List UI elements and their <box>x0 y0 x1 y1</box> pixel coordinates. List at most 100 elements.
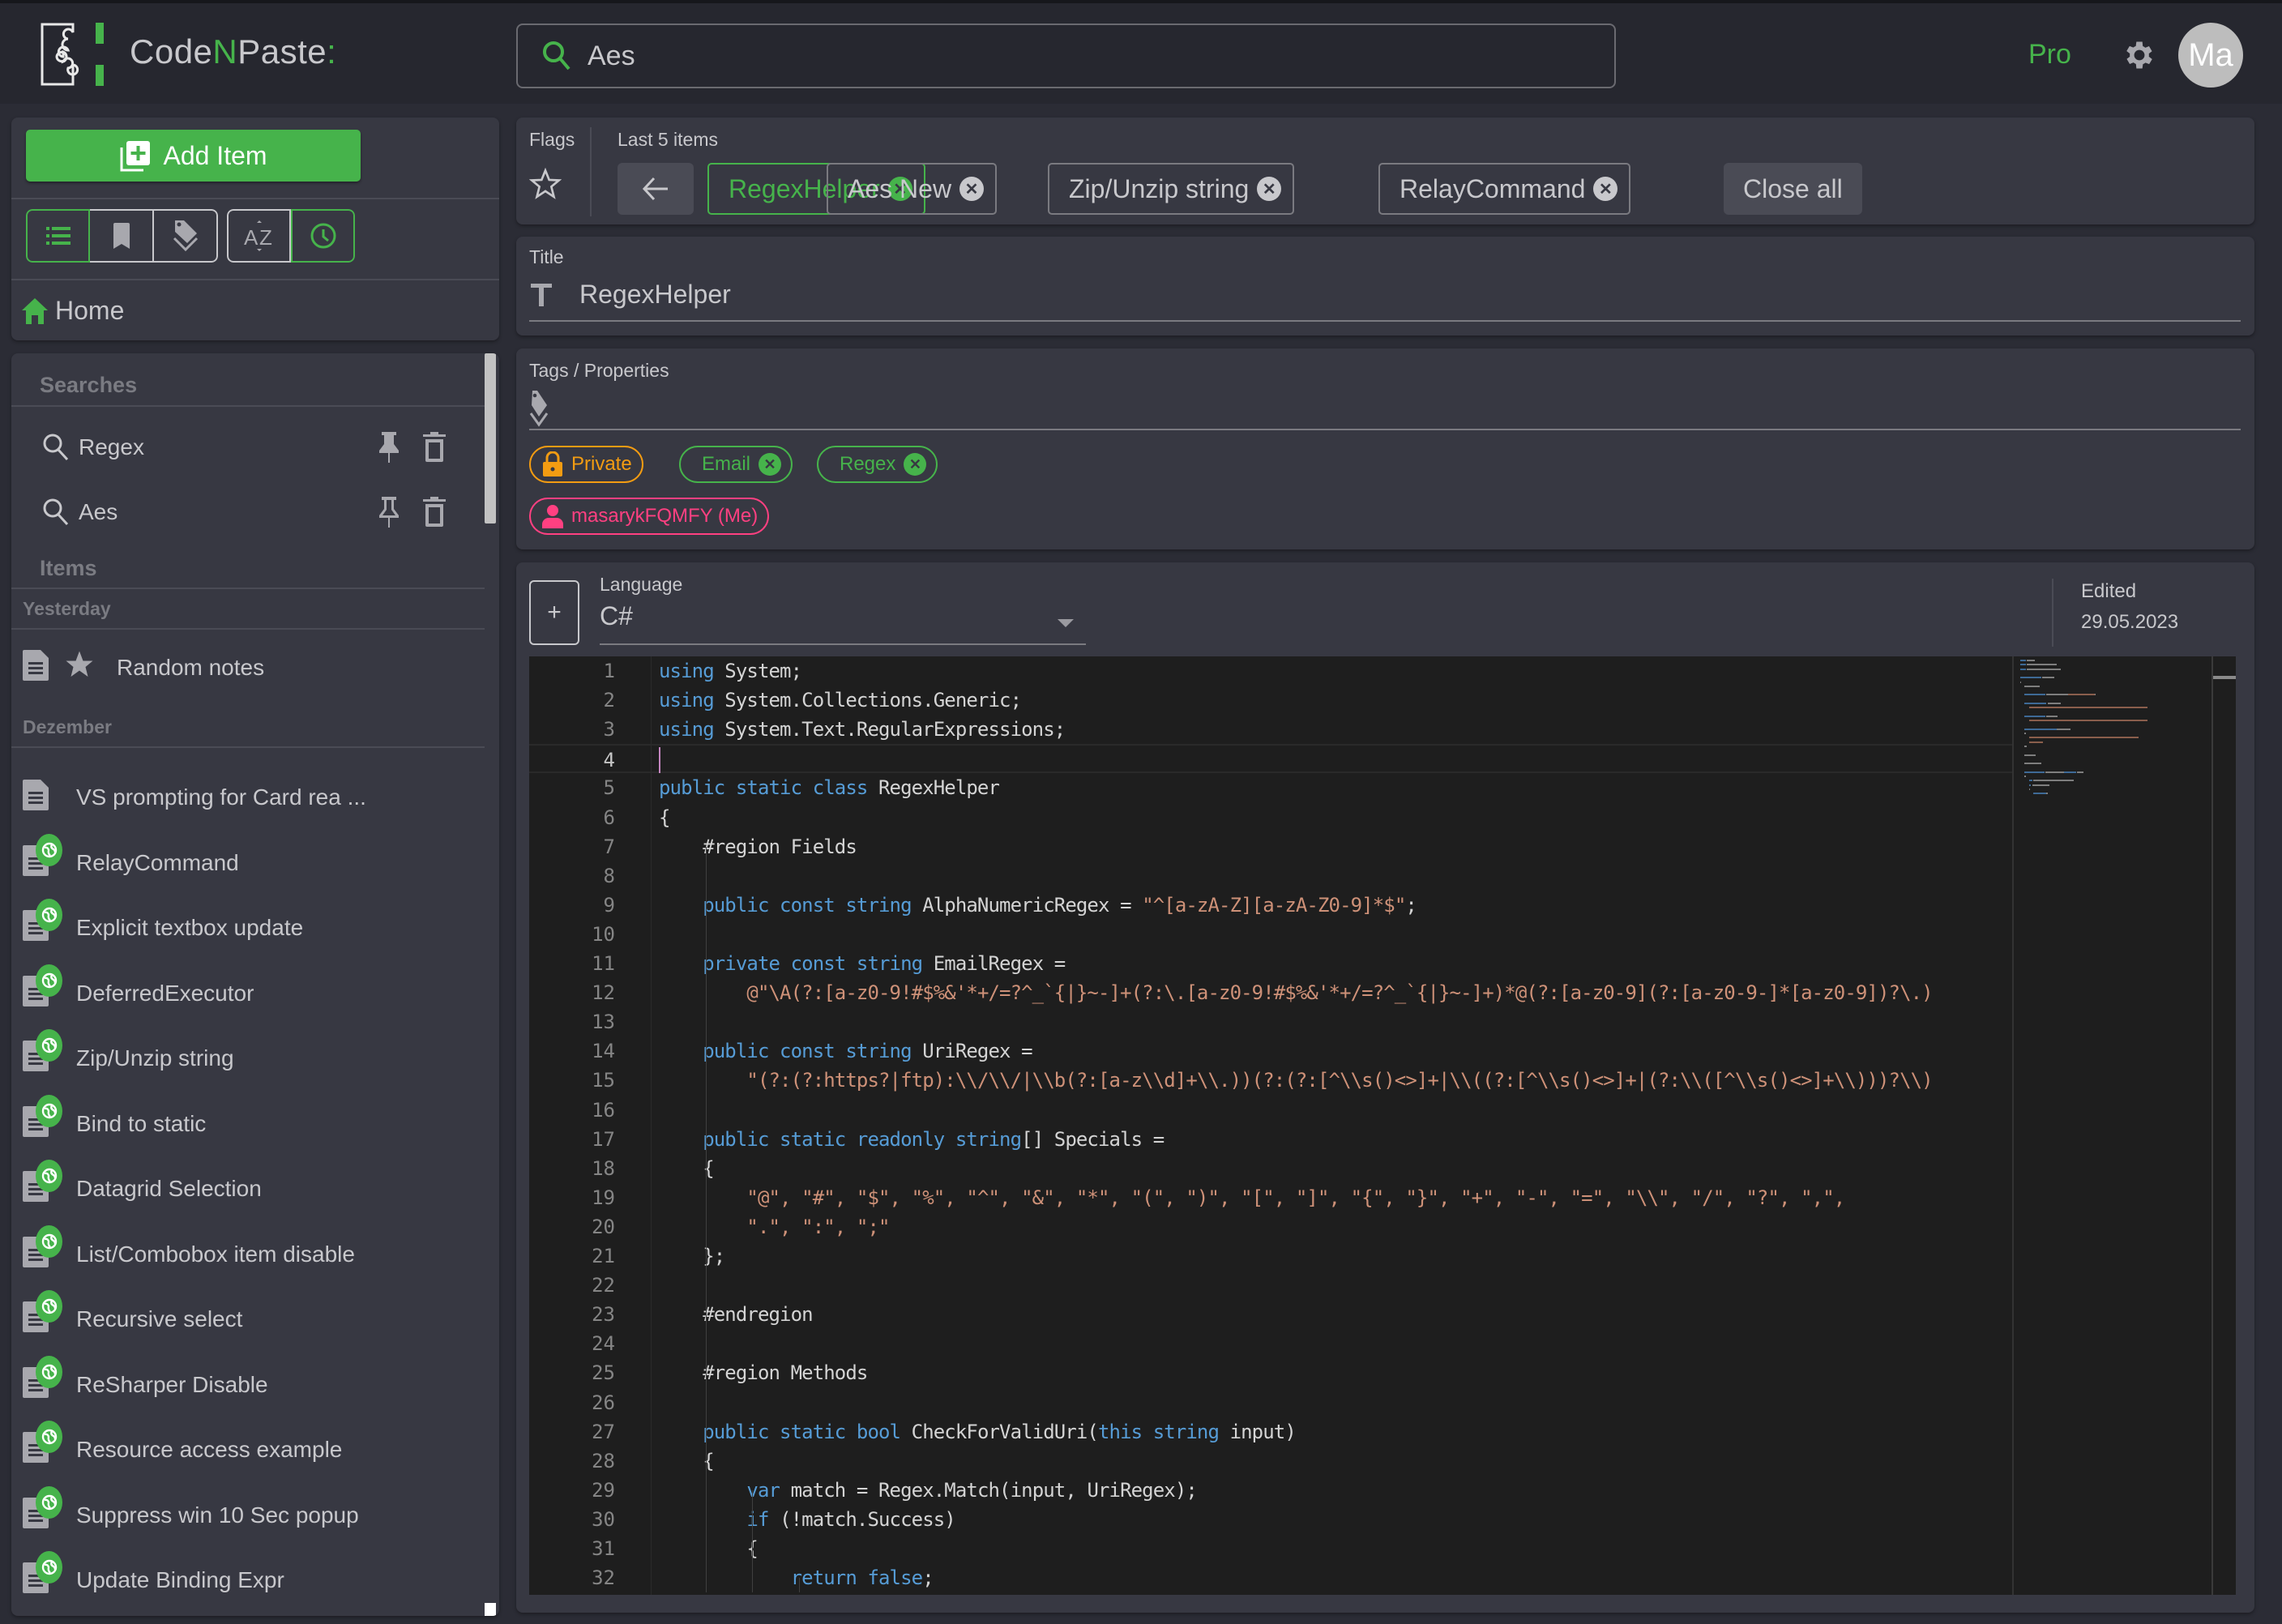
code-text: #region Fields <box>659 835 857 858</box>
line-number: 10 <box>592 922 615 946</box>
minimap-mark <box>2077 771 2084 773</box>
list-item[interactable]: Update Binding Expr <box>11 1549 481 1608</box>
tag-chip-regex[interactable]: Regex ✕ <box>817 446 938 483</box>
line-number: 23 <box>592 1303 615 1327</box>
bookmarks-view-button[interactable] <box>90 209 154 263</box>
recent-item-label: Zip/Unzip string <box>1069 173 1250 203</box>
editor-vertical-scrollbar[interactable] <box>2211 656 2213 1595</box>
list-item[interactable]: Bind to static <box>11 1093 481 1152</box>
minimap-mark <box>2056 728 2071 730</box>
home-link[interactable]: Home <box>21 296 124 326</box>
recent-item-tab[interactable]: RelayCommand ✕ <box>1378 163 1631 215</box>
app-logo-icon <box>41 23 104 86</box>
sort-alphabetical-button[interactable]: A Z <box>227 209 291 263</box>
minimap-mark <box>2028 707 2147 709</box>
editor-scrollbar-thumb[interactable] <box>2213 676 2236 679</box>
code-minimap[interactable] <box>2012 656 2236 1595</box>
code-line: 14 public const string UriRegex = <box>529 1036 2028 1066</box>
minimap-mark <box>2028 784 2032 786</box>
list-item-label: ReSharper Disable <box>76 1371 268 1397</box>
pro-link[interactable]: Pro <box>2028 39 2071 71</box>
add-snippet-button[interactable]: + <box>529 580 579 645</box>
recent-item-tab[interactable]: Zip/Unzip string ✕ <box>1048 163 1295 215</box>
line-number: 27 <box>592 1420 615 1443</box>
list-item[interactable]: VS prompting for Card rea ... <box>11 767 481 825</box>
clock-icon <box>310 223 335 249</box>
pin-outline-icon[interactable] <box>378 496 400 528</box>
sort-recent-button[interactable] <box>291 209 355 263</box>
divider <box>11 628 485 630</box>
public-globe-icon <box>36 1551 62 1583</box>
global-search-box[interactable] <box>516 24 1616 88</box>
line-number: 15 <box>592 1069 615 1092</box>
public-globe-icon <box>36 1290 62 1323</box>
code-text: { <box>659 806 670 829</box>
user-avatar[interactable]: Ma <box>2178 23 2243 88</box>
tag-chip-email[interactable]: Email ✕ <box>679 446 793 483</box>
close-tab-icon[interactable]: ✕ <box>959 177 985 201</box>
code-text: "(?:(?:https?|ftp):\\/\\/|\\b(?:[a-z\\d]… <box>746 1069 1933 1092</box>
list-item[interactable]: Datagrid Selection <box>11 1158 481 1216</box>
line-number: 32 <box>592 1566 615 1590</box>
close-tab-icon[interactable]: ✕ <box>1257 177 1282 201</box>
code-editor-panel: + Language C# Edited 29.05.2023 1 using S… <box>516 562 2254 1613</box>
brand-text-colon: : <box>327 32 337 71</box>
list-item[interactable]: Resource access example <box>11 1419 481 1477</box>
list-item-label: Recursive select <box>76 1306 243 1331</box>
list-item[interactable]: Zip/Unzip string <box>11 1028 481 1086</box>
brand-text-n: N <box>212 32 238 71</box>
saved-search-item[interactable]: Regex <box>11 418 481 477</box>
back-button[interactable] <box>618 163 694 215</box>
private-chip[interactable]: Private <box>529 446 643 483</box>
list-item-label: Explicit textbox update <box>76 915 304 940</box>
text-title-icon <box>531 284 552 306</box>
sidebar-scrollbar-thumb[interactable] <box>485 353 496 524</box>
list-item[interactable]: DeferredExecutor <box>11 963 481 1021</box>
line-number: 29 <box>592 1478 615 1502</box>
close-tab-icon[interactable]: ✕ <box>1593 177 1618 201</box>
public-globe-icon <box>36 1224 62 1258</box>
line-number: 14 <box>592 1040 615 1063</box>
code-editor[interactable]: 1 using System; 2 using System.Collections.… <box>529 656 2236 1595</box>
minimap-mark <box>2028 788 2031 790</box>
code-line: 18 { <box>529 1154 2028 1183</box>
list-item[interactable]: Recursive select <box>11 1289 481 1347</box>
view-mode-toggle <box>26 209 218 263</box>
list-view-button[interactable] <box>26 209 90 263</box>
add-item-button[interactable]: Add Item <box>26 130 361 182</box>
code-text: return false; <box>790 1566 934 1590</box>
close-all-button[interactable]: Close all <box>1724 163 1862 215</box>
favorite-star-icon[interactable] <box>529 168 562 200</box>
list-item[interactable]: Explicit textbox update <box>11 897 481 955</box>
list-item[interactable]: RelayCommand <box>11 832 481 891</box>
list-item[interactable]: ReSharper Disable <box>11 1354 481 1412</box>
delete-icon[interactable] <box>423 497 446 528</box>
title-input[interactable] <box>579 274 2241 314</box>
tags-view-button[interactable] <box>154 209 218 263</box>
global-search-input[interactable] <box>588 40 1560 72</box>
tag-input-icon[interactable] <box>529 389 549 428</box>
searches-header: Searches <box>40 373 138 397</box>
minimap-mark <box>2028 737 2139 739</box>
line-number: 19 <box>592 1186 615 1209</box>
divider <box>11 588 485 589</box>
recent-item-tab[interactable]: Aes New ✕ <box>827 163 998 215</box>
line-number: 28 <box>592 1449 615 1472</box>
owner-chip[interactable]: masarykFQMFY (Me) <box>529 498 770 535</box>
pin-filled-icon[interactable] <box>378 431 400 464</box>
title-underline <box>529 320 2241 322</box>
remove-tag-icon[interactable]: ✕ <box>904 453 927 476</box>
list-item[interactable]: Random notes <box>11 637 481 695</box>
line-number: 24 <box>592 1332 615 1356</box>
list-item[interactable]: List/Combobox item disable <box>11 1224 481 1282</box>
text-cursor <box>659 747 660 774</box>
delete-icon[interactable] <box>423 432 446 463</box>
list-item[interactable]: Suppress win 10 Sec popup <box>11 1485 481 1543</box>
document-icon <box>23 650 49 681</box>
code-text: "@", "#", "$", "%", "^", "&", "*", "(", … <box>746 1186 1845 1209</box>
settings-gear-icon[interactable] <box>2122 37 2157 73</box>
language-select[interactable] <box>600 595 1086 643</box>
saved-search-item[interactable]: Aes <box>11 483 481 541</box>
remove-tag-icon[interactable]: ✕ <box>759 453 782 476</box>
divider <box>11 746 485 748</box>
